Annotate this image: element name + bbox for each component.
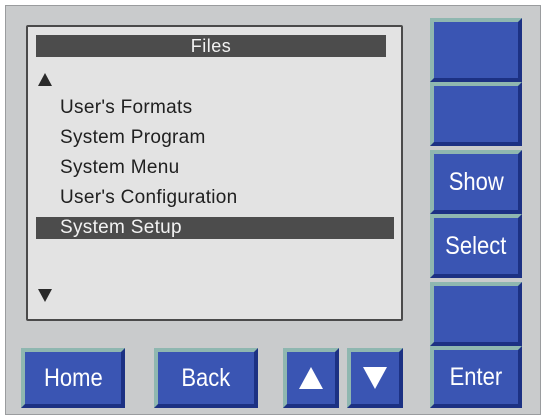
file-menu-list: User's Formats System Program System Men… <box>28 93 401 239</box>
scroll-up-button[interactable] <box>283 348 339 408</box>
soft-key-5-button[interactable] <box>430 282 522 346</box>
scroll-up-indicator-icon <box>38 73 52 86</box>
lcd-display: Files User's Formats System Program Syst… <box>26 25 403 321</box>
back-button-label: Back <box>181 363 231 392</box>
home-button[interactable]: Home <box>21 348 125 408</box>
menu-item-users-formats[interactable]: User's Formats <box>36 93 394 123</box>
screen-title: Files <box>36 35 386 57</box>
up-triangle-icon <box>299 367 323 389</box>
back-button[interactable]: Back <box>154 348 258 408</box>
menu-item-system-menu[interactable]: System Menu <box>36 153 394 183</box>
enter-button-label: Enter <box>449 362 503 391</box>
select-button[interactable]: Select <box>430 214 522 278</box>
soft-key-2-button[interactable] <box>430 82 522 146</box>
menu-item-system-program[interactable]: System Program <box>36 123 394 153</box>
down-triangle-icon <box>363 367 387 389</box>
soft-key-1-button[interactable] <box>430 18 522 82</box>
scroll-down-indicator-icon <box>38 289 52 302</box>
menu-item-users-configuration[interactable]: User's Configuration <box>36 183 394 213</box>
scroll-down-button[interactable] <box>347 348 403 408</box>
enter-button[interactable]: Enter <box>430 346 522 408</box>
home-button-label: Home <box>43 363 103 392</box>
show-button[interactable]: Show <box>430 150 522 214</box>
select-button-label: Select <box>445 231 507 260</box>
show-button-label: Show <box>448 167 504 196</box>
menu-item-system-setup[interactable]: System Setup <box>36 217 394 239</box>
control-panel: Files User's Formats System Program Syst… <box>5 5 541 415</box>
